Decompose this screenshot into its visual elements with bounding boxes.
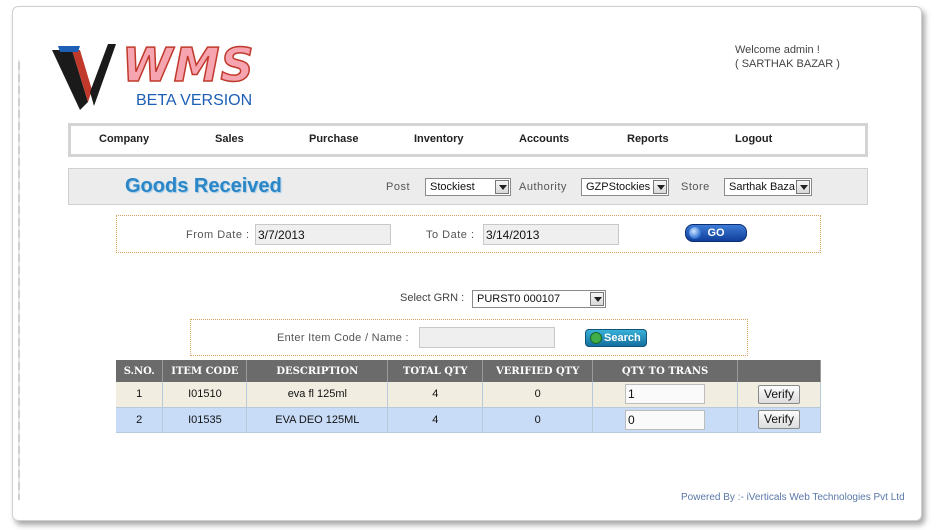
item-search-input[interactable] <box>419 327 555 348</box>
col-verified-qty: VERIFIED QTY <box>482 360 594 382</box>
store-select[interactable]: Sarthak Baza <box>724 178 812 196</box>
go-button-label: GO <box>707 227 725 239</box>
cell-qty-to-trans: 0 <box>592 407 738 433</box>
cell-item-code: I01510 <box>162 382 248 408</box>
col-qty-to-trans: QTY TO TRANS <box>592 360 738 382</box>
nav-company[interactable]: Company <box>99 133 149 145</box>
store-select-value: Sarthak Baza <box>729 181 796 193</box>
globe-icon <box>689 227 701 239</box>
qty-to-trans-input[interactable]: 1 <box>625 384 706 405</box>
chevron-down-icon[interactable] <box>590 292 604 306</box>
cell-action: Verify <box>737 407 821 433</box>
authority-label: Authority <box>519 181 567 193</box>
authority-select-value: GZPStockies <box>586 181 651 193</box>
page-title: Goods Received <box>125 175 282 197</box>
cell-verified-qty: 0 <box>482 407 594 433</box>
search-icon <box>590 332 602 344</box>
logo-subtitle: BETA VERSION <box>136 92 253 109</box>
cell-description: eva fl 125ml <box>246 382 389 408</box>
cell-item-code: I01535 <box>162 407 248 433</box>
cell-qty-to-trans: 1 <box>592 382 738 408</box>
item-search-panel: Enter Item Code / Name : Search <box>190 319 748 356</box>
nav-reports[interactable]: Reports <box>627 133 669 145</box>
authority-select[interactable]: GZPStockies <box>581 178 669 196</box>
welcome-store: ( SARTHAK BAZAR ) <box>735 58 840 70</box>
post-select-value: Stockiest <box>430 181 475 193</box>
grn-label: Select GRN : <box>400 292 465 304</box>
nav-sales[interactable]: Sales <box>215 133 244 145</box>
col-sno: S.NO. <box>116 360 164 382</box>
nav-logout[interactable]: Logout <box>735 133 772 145</box>
chevron-down-icon[interactable] <box>495 180 509 194</box>
search-button[interactable]: Search <box>585 329 647 347</box>
to-date-label: To Date : <box>426 229 475 241</box>
verify-button[interactable]: Verify <box>758 384 800 404</box>
nav-accounts[interactable]: Accounts <box>519 133 569 145</box>
col-item-code: ITEM CODE <box>162 360 248 382</box>
from-date-label: From Date : <box>186 229 250 241</box>
search-button-label: Search <box>604 332 641 344</box>
title-bar: Goods Received Post Stockiest Authority … <box>68 168 868 205</box>
grn-select[interactable]: PURST0 000107 <box>472 290 606 308</box>
welcome-message: Welcome admin ! ( SARTHAK BAZAR ) <box>735 43 840 71</box>
verify-button[interactable]: Verify <box>758 410 800 429</box>
go-button[interactable]: GO <box>685 224 747 242</box>
welcome-user: Welcome admin ! <box>735 44 820 56</box>
qty-to-trans-input[interactable]: 0 <box>625 409 706 430</box>
logo-text: WMS <box>121 38 255 92</box>
cell-action: Verify <box>737 382 821 408</box>
col-action <box>737 360 821 382</box>
table-row: 1 I01510 eva fl 125ml 4 0 1 Verify <box>116 382 821 408</box>
to-date-input[interactable]: 3/14/2013 <box>483 224 619 245</box>
cell-total-qty: 4 <box>387 382 484 408</box>
cell-sno: 1 <box>116 382 164 408</box>
nav-purchase[interactable]: Purchase <box>309 133 359 145</box>
cell-verified-qty: 0 <box>482 382 594 408</box>
cell-total-qty: 4 <box>387 407 484 433</box>
app-logo: WMS BETA VERSION <box>50 38 260 115</box>
post-label: Post <box>386 181 411 193</box>
from-date-input[interactable]: 3/7/2013 <box>255 224 391 245</box>
date-filter-panel: From Date : 3/7/2013 To Date : 3/14/2013… <box>116 215 821 253</box>
chevron-down-icon[interactable] <box>796 180 810 194</box>
logo-v-icon <box>52 44 116 110</box>
item-search-label: Enter Item Code / Name : <box>277 332 409 344</box>
chevron-down-icon[interactable] <box>653 180 667 194</box>
cell-sno: 2 <box>116 407 164 433</box>
cell-description: EVA DEO 125ML <box>246 407 389 433</box>
footer-credit: Powered By :- iVerticals Web Technologie… <box>681 492 905 503</box>
post-select[interactable]: Stockiest <box>425 178 511 196</box>
nav-inventory[interactable]: Inventory <box>414 133 464 145</box>
col-total-qty: TOTAL QTY <box>387 360 484 382</box>
decorative-dotted-border <box>18 60 20 500</box>
table-row: 2 I01535 EVA DEO 125ML 4 0 0 Verify <box>116 407 821 433</box>
col-description: DESCRIPTION <box>246 360 389 382</box>
items-table: S.NO. ITEM CODE DESCRIPTION TOTAL QTY VE… <box>116 360 821 433</box>
store-label: Store <box>681 181 710 193</box>
main-nav: Company Sales Purchase Inventory Account… <box>68 123 868 157</box>
grn-select-value: PURST0 000107 <box>477 293 561 305</box>
table-header-row: S.NO. ITEM CODE DESCRIPTION TOTAL QTY VE… <box>116 360 821 382</box>
